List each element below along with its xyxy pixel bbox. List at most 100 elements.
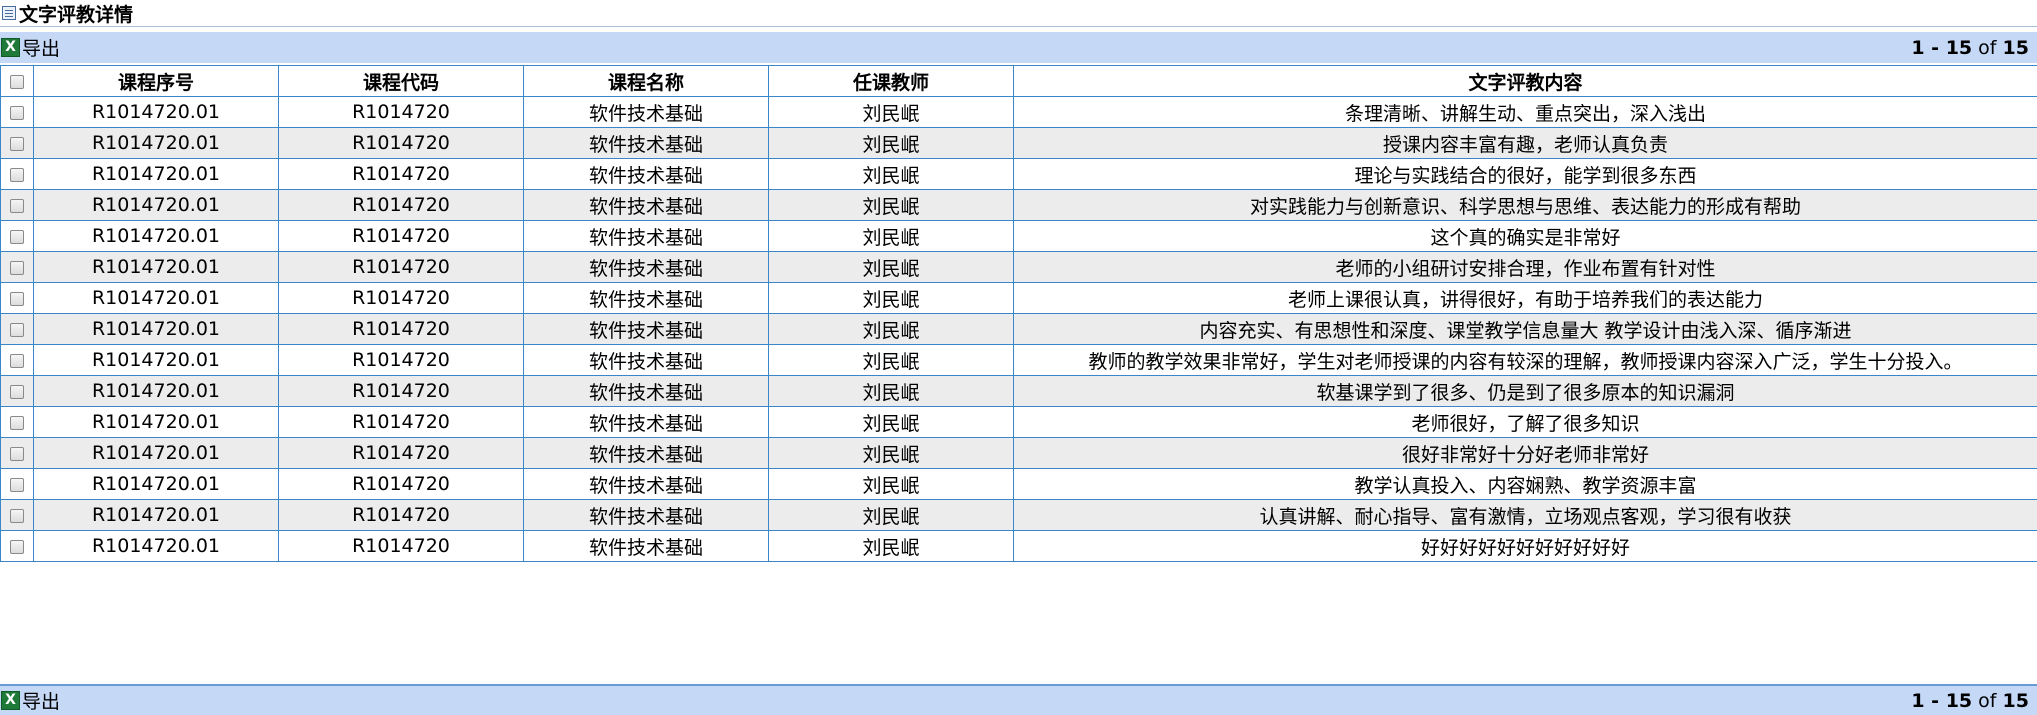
table-row[interactable]: R1014720.01 R1014720 软件技术基础 刘民岷 老师很好，了解了很多知识 xyxy=(0,406,2037,438)
row-checkbox[interactable] xyxy=(10,229,24,244)
row-checkbox[interactable] xyxy=(10,167,24,182)
column-header[interactable]: 课程名称 xyxy=(523,65,769,97)
table-row[interactable]: R1014720.01 R1014720 软件技术基础 刘民岷 授课内容丰富有趣，老师认… xyxy=(0,127,2037,159)
pager-of: of xyxy=(1972,689,2003,712)
course-code-cell: R1014720 xyxy=(278,96,524,128)
course-seq-cell: R1014720.01 xyxy=(33,437,279,469)
evaluation-table: 课程序号 课程代码 课程名称 任课教师 文字评教内容 R1014720.01 R1… xyxy=(0,65,2037,562)
table-row[interactable]: R1014720.01 R1014720 软件技术基础 刘民岷 认真讲解、耐心指导、富有… xyxy=(0,499,2037,531)
column-header[interactable]: 任课教师 xyxy=(768,65,1014,97)
column-header[interactable]: 课程代码 xyxy=(278,65,524,97)
course-name-cell: 软件技术基础 xyxy=(523,313,769,345)
export-button[interactable]: X 导出 xyxy=(0,687,60,714)
teacher-cell: 刘民岷 xyxy=(768,406,1014,438)
course-name-cell: 软件技术基础 xyxy=(523,96,769,128)
teacher-cell: 刘民岷 xyxy=(768,127,1014,159)
comment-cell: 老师很好，了解了很多知识 xyxy=(1013,406,2037,438)
column-header[interactable]: 课程序号 xyxy=(33,65,279,97)
table-row[interactable]: R1014720.01 R1014720 软件技术基础 刘民岷 好好好好好好好好好好好 xyxy=(0,530,2037,562)
course-code-cell: R1014720 xyxy=(278,375,524,407)
row-select-cell xyxy=(0,375,34,407)
teacher-cell: 刘民岷 xyxy=(768,282,1014,314)
table-row[interactable]: R1014720.01 R1014720 软件技术基础 刘民岷 老师的小组研讨安排合理，… xyxy=(0,251,2037,283)
table-row[interactable]: R1014720.01 R1014720 软件技术基础 刘民岷 这个真的确实是非常好 xyxy=(0,220,2037,252)
comment-cell: 好好好好好好好好好好好 xyxy=(1013,530,2037,562)
table-row[interactable]: R1014720.01 R1014720 软件技术基础 刘民岷 条理清晰、讲解生动、重点… xyxy=(0,96,2037,128)
teacher-cell: 刘民岷 xyxy=(768,468,1014,500)
row-checkbox[interactable] xyxy=(10,291,24,306)
row-checkbox[interactable] xyxy=(10,446,24,461)
row-checkbox[interactable] xyxy=(10,415,24,430)
export-button[interactable]: X 导出 xyxy=(0,34,60,61)
table-row[interactable]: R1014720.01 R1014720 软件技术基础 刘民岷 理论与实践结合的很好，能… xyxy=(0,158,2037,190)
course-seq-cell: R1014720.01 xyxy=(33,375,279,407)
course-code-cell: R1014720 xyxy=(278,530,524,562)
course-name-cell: 软件技术基础 xyxy=(523,437,769,469)
excel-icon: X xyxy=(1,691,20,710)
row-checkbox[interactable] xyxy=(10,322,24,337)
table-row[interactable]: R1014720.01 R1014720 软件技术基础 刘民岷 老师上课很认真，讲得很好… xyxy=(0,282,2037,314)
pager-from: 1 xyxy=(1911,36,1925,59)
table-row[interactable]: R1014720.01 R1014720 软件技术基础 刘民岷 对实践能力与创新意识、科… xyxy=(0,189,2037,221)
course-code-cell: R1014720 xyxy=(278,437,524,469)
pager-of: of xyxy=(1972,36,2003,59)
pager-separator: - xyxy=(1924,36,1946,59)
course-seq-cell: R1014720.01 xyxy=(33,406,279,438)
top-toolbar: X 导出 1 - 15 of 15 xyxy=(0,32,2037,63)
course-seq-cell: R1014720.01 xyxy=(33,499,279,531)
course-seq-cell: R1014720.01 xyxy=(33,96,279,128)
table-body: R1014720.01 R1014720 软件技术基础 刘民岷 条理清晰、讲解生动、重点… xyxy=(0,96,2037,562)
table-row[interactable]: R1014720.01 R1014720 软件技术基础 刘民岷 很好非常好十分好老师非常… xyxy=(0,437,2037,469)
row-select-cell xyxy=(0,282,34,314)
comment-cell: 老师上课很认真，讲得很好，有助于培养我们的表达能力 xyxy=(1013,282,2037,314)
course-name-cell: 软件技术基础 xyxy=(523,375,769,407)
row-checkbox[interactable] xyxy=(10,508,24,523)
comment-cell: 很好非常好十分好老师非常好 xyxy=(1013,437,2037,469)
row-checkbox[interactable] xyxy=(10,136,24,151)
course-code-cell: R1014720 xyxy=(278,282,524,314)
comment-cell: 对实践能力与创新意识、科学思想与思维、表达能力的形成有帮助 xyxy=(1013,189,2037,221)
course-name-cell: 软件技术基础 xyxy=(523,220,769,252)
course-code-cell: R1014720 xyxy=(278,220,524,252)
row-checkbox[interactable] xyxy=(10,260,24,275)
course-code-cell: R1014720 xyxy=(278,127,524,159)
comment-cell: 理论与实践结合的很好，能学到很多东西 xyxy=(1013,158,2037,190)
course-name-cell: 软件技术基础 xyxy=(523,468,769,500)
table-row[interactable]: R1014720.01 R1014720 软件技术基础 刘民岷 教学认真投入、内容娴熟、… xyxy=(0,468,2037,500)
course-seq-cell: R1014720.01 xyxy=(33,127,279,159)
row-select-cell xyxy=(0,406,34,438)
pager-to: 15 xyxy=(1945,36,1973,59)
course-name-cell: 软件技术基础 xyxy=(523,344,769,376)
row-select-cell xyxy=(0,220,34,252)
row-checkbox[interactable] xyxy=(10,105,24,120)
comment-cell: 教师的教学效果非常好，学生对老师授课的内容有较深的理解，教师授课内容深入广泛，学… xyxy=(1013,344,2037,376)
teacher-cell: 刘民岷 xyxy=(768,158,1014,190)
course-name-cell: 软件技术基础 xyxy=(523,530,769,562)
table-row[interactable]: R1014720.01 R1014720 软件技术基础 刘民岷 教师的教学效果非常好，学… xyxy=(0,344,2037,376)
row-select-cell xyxy=(0,530,34,562)
course-code-cell: R1014720 xyxy=(278,313,524,345)
row-select-cell xyxy=(0,499,34,531)
course-code-cell: R1014720 xyxy=(278,499,524,531)
table-row[interactable]: R1014720.01 R1014720 软件技术基础 刘民岷 软基课学到了很多、仍是到… xyxy=(0,375,2037,407)
row-checkbox[interactable] xyxy=(10,477,24,492)
pager-to: 15 xyxy=(1945,689,1973,712)
column-header[interactable]: 文字评教内容 xyxy=(1013,65,2037,97)
row-select-cell xyxy=(0,189,34,221)
comment-cell: 内容充实、有思想性和深度、课堂教学信息量大 教学设计由浅入深、循序渐进 xyxy=(1013,313,2037,345)
course-name-cell: 软件技术基础 xyxy=(523,251,769,283)
row-checkbox[interactable] xyxy=(10,539,24,554)
row-select-cell xyxy=(0,468,34,500)
row-checkbox[interactable] xyxy=(10,384,24,399)
table-row[interactable]: R1014720.01 R1014720 软件技术基础 刘民岷 内容充实、有思想性和深度… xyxy=(0,313,2037,345)
select-all-checkbox[interactable] xyxy=(10,74,24,89)
row-checkbox[interactable] xyxy=(10,353,24,368)
teacher-cell: 刘民岷 xyxy=(768,251,1014,283)
course-code-cell: R1014720 xyxy=(278,251,524,283)
comment-cell: 老师的小组研讨安排合理，作业布置有针对性 xyxy=(1013,251,2037,283)
course-seq-cell: R1014720.01 xyxy=(33,282,279,314)
teacher-cell: 刘民岷 xyxy=(768,313,1014,345)
row-checkbox[interactable] xyxy=(10,198,24,213)
excel-icon: X xyxy=(1,38,20,57)
comment-cell: 条理清晰、讲解生动、重点突出，深入浅出 xyxy=(1013,96,2037,128)
